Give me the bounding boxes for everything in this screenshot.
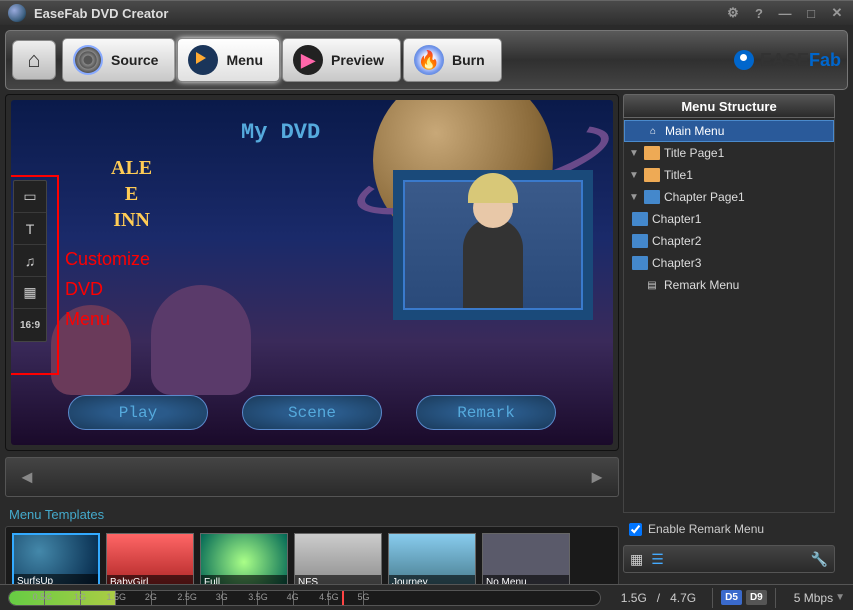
minimize-button[interactable]: — bbox=[777, 5, 793, 21]
reel-icon bbox=[73, 45, 103, 75]
film-icon bbox=[632, 256, 648, 270]
film-icon bbox=[644, 190, 660, 204]
bitrate-value: 5 Mbps bbox=[794, 591, 833, 605]
tree-remark-menu[interactable]: ▤Remark Menu bbox=[624, 274, 834, 296]
tree-chapter1[interactable]: Chapter1 bbox=[624, 208, 834, 230]
collapse-icon[interactable]: ▼ bbox=[628, 192, 640, 203]
sign-art: ALEEINN bbox=[111, 155, 152, 233]
app-icon bbox=[8, 4, 26, 22]
tab-burn-label: Burn bbox=[452, 52, 485, 68]
triangle-ruler-icon bbox=[188, 45, 218, 75]
app-title: EaseFab DVD Creator bbox=[34, 6, 168, 21]
house-art-2 bbox=[151, 285, 251, 395]
tree-chapter3[interactable]: Chapter3 bbox=[624, 252, 834, 274]
background-tool[interactable]: ▭ bbox=[14, 181, 46, 213]
text-tool[interactable]: T bbox=[14, 213, 46, 245]
enable-remark-row: Enable Remark Menu bbox=[623, 517, 835, 541]
brand-logo: EASEFab bbox=[734, 50, 841, 71]
tab-menu-label: Menu bbox=[226, 52, 263, 68]
dvd-title-text[interactable]: My DVD bbox=[241, 120, 320, 145]
film-icon bbox=[632, 212, 648, 226]
customize-toolbar: ▭ T ♫ ▦ 16:9 bbox=[13, 180, 47, 342]
home-icon: ⌂ bbox=[645, 124, 661, 138]
structure-toolbar: ▦ ☰ 🔧 bbox=[623, 545, 835, 573]
logo-brand1: EASE bbox=[760, 50, 809, 71]
template-surfsup[interactable]: SurfsUp bbox=[12, 533, 100, 591]
close-button[interactable]: ✕ bbox=[829, 5, 845, 21]
grid-tool[interactable]: ▦ bbox=[14, 277, 46, 309]
next-arrow[interactable]: ► bbox=[588, 467, 606, 488]
gear-icon[interactable]: ⚙ bbox=[725, 5, 741, 21]
meter-fill bbox=[9, 591, 115, 605]
list-view-button[interactable]: ☰ bbox=[651, 551, 664, 568]
preview-icon: ▶ bbox=[293, 45, 323, 75]
title-bar: EaseFab DVD Creator ⚙ ? — □ ✕ bbox=[0, 0, 853, 25]
chapter-thumbnail[interactable] bbox=[393, 170, 593, 320]
preview-panel: My DVD ALEEINN Play Scene Remark ▭ T ♫ ▦… bbox=[5, 94, 619, 451]
template-journey[interactable]: Journey bbox=[388, 533, 476, 591]
d5-button[interactable]: D5 bbox=[721, 590, 742, 605]
tab-preview[interactable]: ▶ Preview bbox=[282, 38, 401, 82]
house-art-1 bbox=[51, 305, 131, 395]
menu-structure-title: Menu Structure bbox=[623, 94, 835, 118]
maximize-button[interactable]: □ bbox=[803, 5, 819, 21]
doc-icon: ▤ bbox=[644, 278, 660, 292]
tab-source[interactable]: Source bbox=[62, 38, 175, 82]
bitrate-dropdown-icon[interactable]: ▼ bbox=[835, 592, 845, 603]
music-tool[interactable]: ♫ bbox=[14, 245, 46, 277]
tab-preview-label: Preview bbox=[331, 52, 384, 68]
template-nfs[interactable]: NFS bbox=[294, 533, 382, 591]
enable-remark-checkbox[interactable] bbox=[629, 523, 642, 536]
text-icon: T bbox=[26, 221, 35, 237]
enable-remark-label: Enable Remark Menu bbox=[648, 522, 764, 536]
disc-meter: 0.5G 1G 1.5G 2G 2.5G 3G 3.5G 4G 4.5G 5G bbox=[8, 590, 601, 606]
template-nomenu[interactable]: No Menu bbox=[482, 533, 570, 591]
help-icon[interactable]: ? bbox=[751, 5, 767, 21]
tree-title1[interactable]: ▼Title1 bbox=[624, 164, 834, 186]
status-bar: 0.5G 1G 1.5G 2G 2.5G 3G 3.5G 4G 4.5G 5G … bbox=[0, 584, 853, 610]
image-icon: ▭ bbox=[23, 188, 36, 205]
prev-arrow[interactable]: ◄ bbox=[18, 467, 36, 488]
music-icon: ♫ bbox=[25, 253, 36, 269]
tab-source-label: Source bbox=[111, 52, 158, 68]
main-toolbar: ⌂ Source Menu ▶ Preview 🔥 Burn EASEFab bbox=[5, 30, 848, 90]
dvd-menu-preview[interactable]: My DVD ALEEINN Play Scene Remark ▭ T ♫ ▦… bbox=[11, 100, 613, 445]
home-icon: ⌂ bbox=[27, 47, 40, 73]
logo-brand2: Fab bbox=[809, 50, 841, 71]
folder-icon bbox=[644, 146, 660, 160]
scene-button[interactable]: Scene bbox=[242, 395, 382, 430]
templates-title: Menu Templates bbox=[5, 503, 619, 526]
burn-icon: 🔥 bbox=[414, 45, 444, 75]
settings-button[interactable]: 🔧 bbox=[811, 551, 828, 568]
collapse-icon[interactable]: ▼ bbox=[628, 170, 640, 181]
d9-button[interactable]: D9 bbox=[746, 590, 767, 605]
template-babygirl[interactable]: BabyGirl bbox=[106, 533, 194, 591]
folder-icon bbox=[644, 168, 660, 182]
tree-chapter2[interactable]: Chapter2 bbox=[624, 230, 834, 252]
grid-icon: ▦ bbox=[23, 284, 36, 301]
logo-person-icon bbox=[734, 50, 754, 70]
tab-menu[interactable]: Menu bbox=[177, 38, 280, 82]
tree-main-menu[interactable]: ⌂Main Menu bbox=[624, 120, 834, 142]
grid-view-button[interactable]: ▦ bbox=[630, 551, 643, 568]
home-button[interactable]: ⌂ bbox=[12, 40, 56, 80]
disc-total: 4.7G bbox=[670, 591, 696, 605]
tab-burn[interactable]: 🔥 Burn bbox=[403, 38, 502, 82]
collapse-icon[interactable]: ▼ bbox=[628, 148, 640, 159]
menu-structure-tree: ⌂Main Menu ▼Title Page1 ▼Title1 ▼Chapter… bbox=[623, 118, 835, 513]
template-full[interactable]: Full bbox=[200, 533, 288, 591]
disc-used: 1.5G bbox=[621, 591, 647, 605]
tree-chapter-page1[interactable]: ▼Chapter Page1 bbox=[624, 186, 834, 208]
film-icon bbox=[632, 234, 648, 248]
aspect-ratio-tool[interactable]: 16:9 bbox=[14, 309, 46, 341]
remark-button[interactable]: Remark bbox=[416, 395, 556, 430]
tree-title-page1[interactable]: ▼Title Page1 bbox=[624, 142, 834, 164]
preview-navbar: ◄ ► bbox=[5, 457, 619, 497]
play-button[interactable]: Play bbox=[68, 395, 208, 430]
